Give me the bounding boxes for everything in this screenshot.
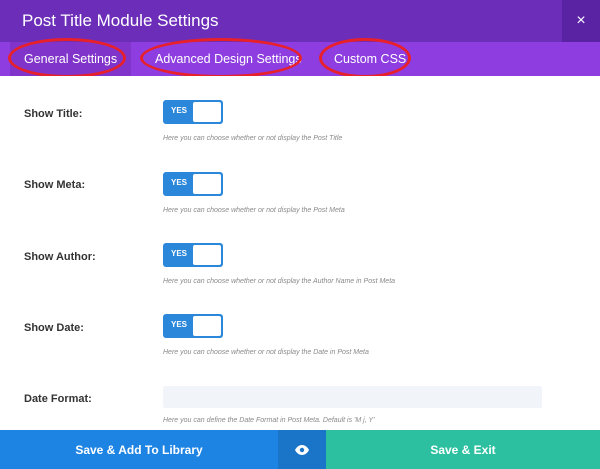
- tab-advanced-design-settings[interactable]: Advanced Design Settings: [141, 42, 316, 76]
- show-date-toggle[interactable]: YES: [163, 314, 223, 338]
- modal-header: Post Title Module Settings ×: [0, 0, 600, 42]
- toggle-knob: [193, 245, 221, 265]
- eye-icon: [295, 444, 309, 455]
- save-add-to-library-button[interactable]: Save & Add To Library: [0, 430, 278, 469]
- show-author-help: Here you can choose whether or not displ…: [163, 278, 396, 285]
- show-title-toggle[interactable]: YES: [163, 100, 223, 124]
- date-format-input[interactable]: [163, 386, 542, 408]
- close-icon: ×: [576, 12, 586, 29]
- date-format-help: Here you can define the Date Format in P…: [163, 417, 375, 424]
- preview-button[interactable]: [278, 430, 326, 469]
- modal-title: Post Title Module Settings: [22, 11, 219, 30]
- toggle-knob: [193, 316, 221, 336]
- tab-general-settings[interactable]: General Settings: [10, 42, 132, 76]
- show-title-label: Show Title:: [24, 108, 83, 120]
- date-format-label: Date Format:: [24, 393, 92, 405]
- show-meta-help: Here you can choose whether or not displ…: [163, 207, 345, 214]
- modal-footer: Save & Add To Library Save & Exit: [0, 430, 600, 469]
- show-author-label: Show Author:: [24, 251, 96, 263]
- toggle-knob: [193, 174, 221, 194]
- tab-custom-css[interactable]: Custom CSS: [320, 42, 420, 76]
- show-title-help: Here you can choose whether or not displ…: [163, 135, 343, 142]
- show-date-label: Show Date:: [24, 322, 84, 334]
- tab-bar: General Settings Advanced Design Setting…: [0, 38, 600, 78]
- settings-panel: Show Title: YES Here you can choose whet…: [0, 76, 600, 430]
- toggle-yes-text: YES: [171, 106, 188, 115]
- show-author-toggle[interactable]: YES: [163, 243, 223, 267]
- show-meta-label: Show Meta:: [24, 179, 86, 191]
- toggle-knob: [193, 102, 221, 122]
- toggle-yes-text: YES: [171, 178, 188, 187]
- show-meta-toggle[interactable]: YES: [163, 172, 223, 196]
- toggle-yes-text: YES: [171, 320, 188, 329]
- show-date-help: Here you can choose whether or not displ…: [163, 349, 369, 356]
- toggle-yes-text: YES: [171, 249, 188, 258]
- close-button[interactable]: ×: [562, 0, 600, 42]
- save-and-exit-button[interactable]: Save & Exit: [326, 430, 600, 469]
